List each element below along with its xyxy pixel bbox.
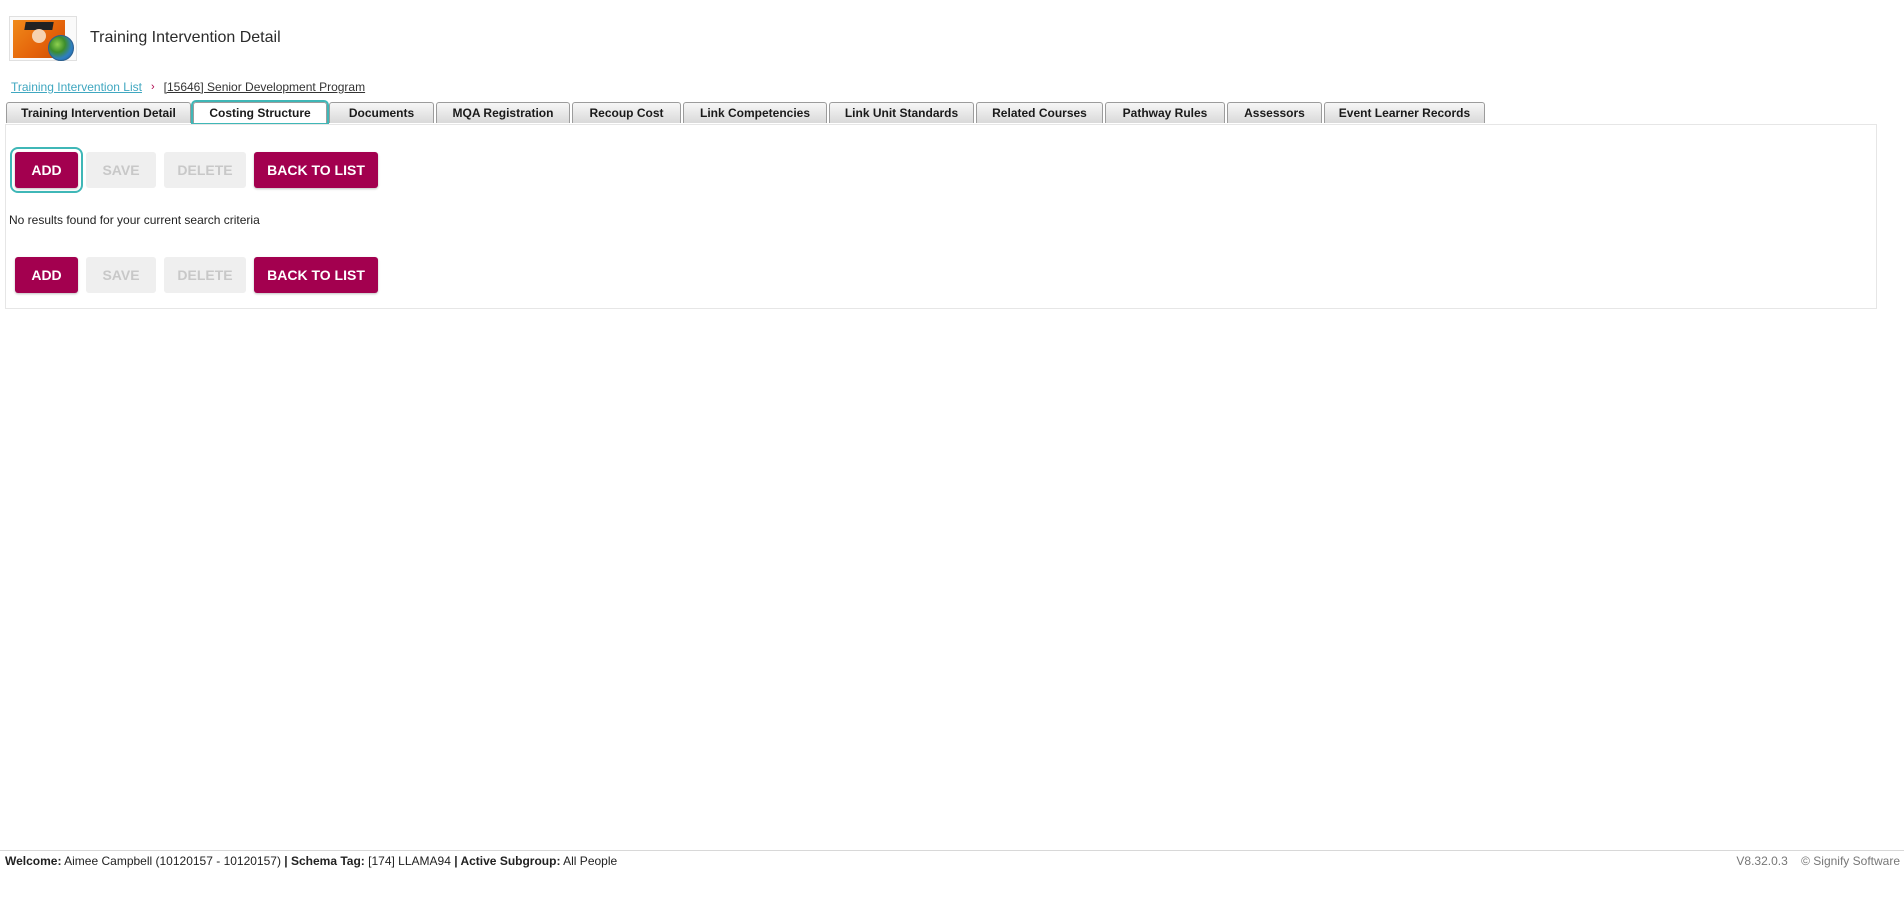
costing-structure-panel: ADD SAVE DELETE BACK TO LIST No results … xyxy=(5,124,1877,309)
delete-button-bottom[interactable]: DELETE xyxy=(164,257,246,293)
copyright: © Signify Software xyxy=(1801,854,1900,868)
back-to-list-button-bottom[interactable]: BACK TO LIST xyxy=(254,257,378,293)
app-logo xyxy=(9,15,77,61)
tab-related-courses[interactable]: Related Courses xyxy=(976,102,1103,123)
tab-link-unit-standards[interactable]: Link Unit Standards xyxy=(829,102,974,123)
active-subgroup-value: All People xyxy=(563,854,618,868)
add-button-bottom[interactable]: ADD xyxy=(15,257,78,293)
tab-link-competencies[interactable]: Link Competencies xyxy=(683,102,827,123)
tab-event-learner-records[interactable]: Event Learner Records xyxy=(1324,102,1485,123)
tab-recoup-cost[interactable]: Recoup Cost xyxy=(572,102,681,123)
page-title: Training Intervention Detail xyxy=(90,29,281,46)
active-subgroup-label: | Active Subgroup: xyxy=(454,854,561,868)
back-to-list-button[interactable]: BACK TO LIST xyxy=(254,152,378,188)
version-number: V8.32.0.3 xyxy=(1736,854,1788,868)
save-button-bottom[interactable]: SAVE xyxy=(86,257,156,293)
tab-documents[interactable]: Documents xyxy=(329,102,434,123)
delete-button[interactable]: DELETE xyxy=(164,152,246,188)
tab-costing-structure[interactable]: Costing Structure xyxy=(191,100,329,125)
save-button[interactable]: SAVE xyxy=(86,152,156,188)
tab-assessors[interactable]: Assessors xyxy=(1227,102,1322,123)
tab-bar: Training Intervention Detail Costing Str… xyxy=(6,100,1487,125)
bottom-toolbar: ADD SAVE DELETE BACK TO LIST xyxy=(15,257,386,293)
breadcrumb: Training Intervention List › [15646] Sen… xyxy=(11,80,365,94)
welcome-value: Aimee Campbell (10120157 - 10120157) xyxy=(64,854,281,868)
schema-tag-value: [174] LLAMA94 xyxy=(368,854,451,868)
tab-pathway-rules[interactable]: Pathway Rules xyxy=(1105,102,1225,123)
tab-mqa-registration[interactable]: MQA Registration xyxy=(436,102,570,123)
session-info: Welcome: Aimee Campbell (10120157 - 1012… xyxy=(5,854,617,868)
breadcrumb-current: [15646] Senior Development Program xyxy=(163,80,366,94)
empty-message: No results found for your current search… xyxy=(9,213,260,227)
schema-tag-label: | Schema Tag: xyxy=(284,854,365,868)
footer: Welcome: Aimee Campbell (10120157 - 1012… xyxy=(0,850,1904,870)
globe-icon xyxy=(48,34,74,61)
header: Training Intervention Detail xyxy=(9,14,281,62)
breadcrumb-parent-link[interactable]: Training Intervention List xyxy=(11,80,142,94)
welcome-label: Welcome: xyxy=(5,854,62,868)
tab-training-intervention-detail[interactable]: Training Intervention Detail xyxy=(6,102,191,123)
top-toolbar: ADD SAVE DELETE BACK TO LIST xyxy=(10,147,386,193)
breadcrumb-separator-icon: › xyxy=(150,81,155,93)
page: Training Intervention Detail Training In… xyxy=(0,0,1904,910)
add-button[interactable]: ADD xyxy=(10,147,83,193)
version-info: V8.32.0.3 © Signify Software xyxy=(1736,854,1900,868)
person-icon xyxy=(32,28,46,43)
